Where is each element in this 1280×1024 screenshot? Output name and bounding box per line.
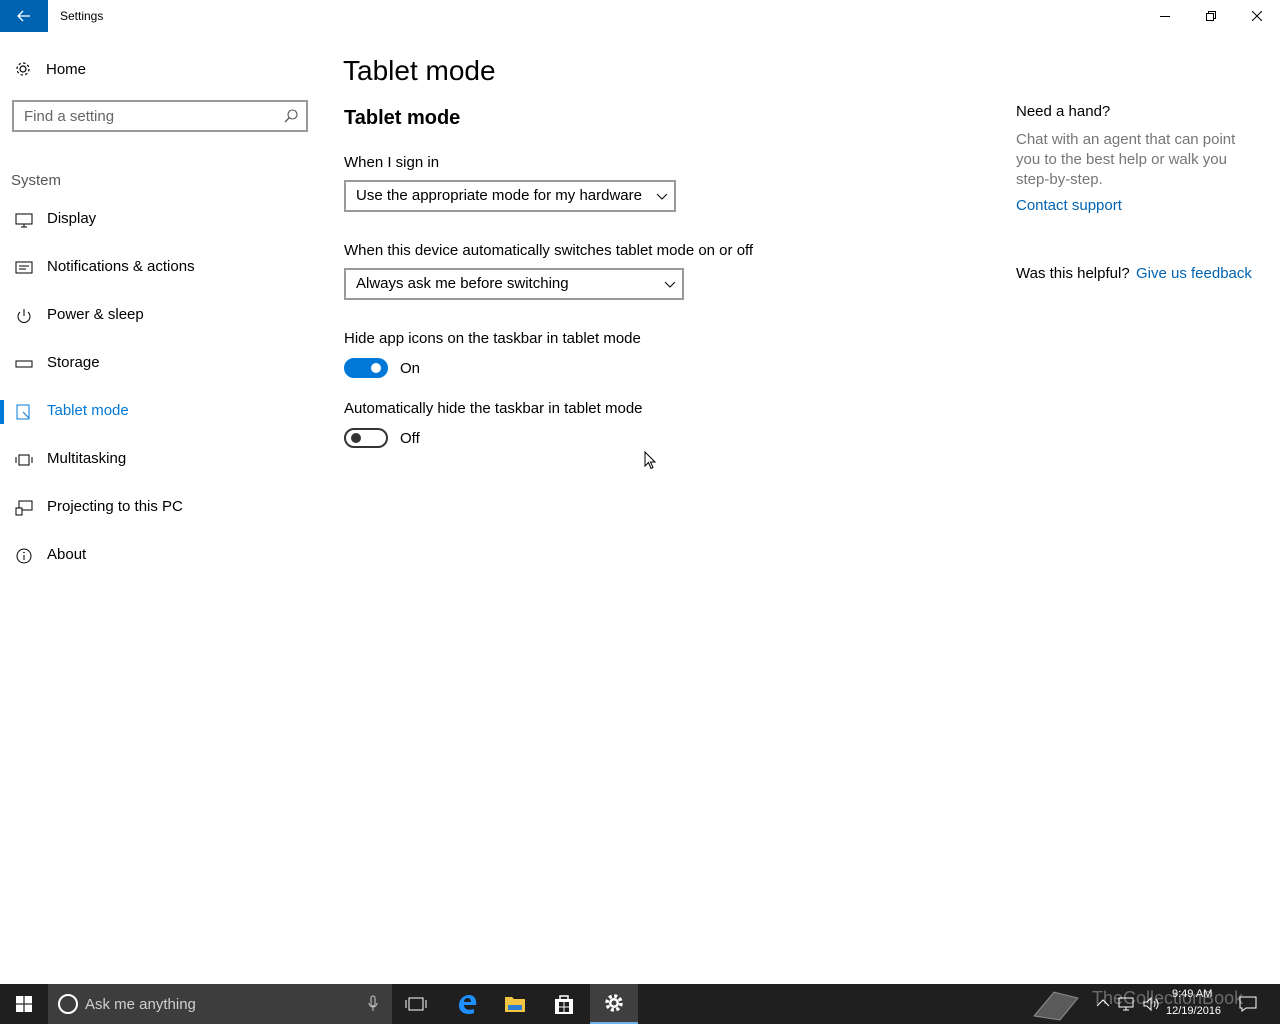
show-hidden-icons-icon[interactable] (1096, 996, 1110, 1010)
hide-taskbar-label: Automatically hide the taskbar in tablet… (344, 400, 643, 417)
action-center-icon[interactable] (1239, 996, 1257, 1012)
help-title: Need a hand? (1016, 103, 1111, 120)
group-label-system: System (11, 172, 62, 189)
sidebar-item-storage[interactable]: Storage (0, 340, 320, 388)
title-bar: Settings (0, 0, 1280, 32)
minimize-button[interactable] (1142, 0, 1188, 32)
back-button[interactable] (0, 0, 48, 32)
active-indicator (0, 400, 4, 424)
sidebar-item-label: Power & sleep (47, 306, 144, 323)
settings-search-box[interactable] (12, 100, 308, 132)
window-title: Settings (60, 9, 104, 23)
auto-switch-dropdown-value: Always ask me before switching (356, 275, 569, 292)
info-icon (16, 548, 32, 564)
close-icon (1252, 11, 1262, 21)
back-arrow-icon (17, 10, 30, 22)
home-link[interactable]: Home (14, 57, 86, 81)
sidebar-item-label: About (47, 546, 87, 563)
settings-taskbar-button[interactable] (590, 984, 638, 1024)
multitasking-icon (15, 454, 33, 466)
volume-icon[interactable] (1143, 996, 1161, 1012)
cortana-icon (58, 994, 78, 1014)
home-label: Home (46, 60, 87, 78)
close-button[interactable] (1234, 0, 1280, 32)
contact-support-link[interactable]: Contact support (1016, 197, 1122, 214)
projecting-icon (15, 500, 33, 516)
power-icon (17, 309, 31, 323)
auto-switch-dropdown[interactable]: Always ask me before switching (344, 268, 684, 300)
settings-icon (605, 994, 623, 1012)
store-button[interactable] (540, 984, 588, 1024)
sidebar-item-label: Notifications & actions (47, 258, 195, 275)
sidebar-item-power-sleep[interactable]: Power & sleep (0, 292, 320, 340)
cortana-search-box[interactable]: Ask me anything (48, 984, 392, 1024)
store-icon (555, 995, 573, 1014)
watermark-book-icon (1033, 991, 1079, 1021)
windows-logo-icon (16, 996, 32, 1012)
chevron-down-icon (664, 281, 676, 288)
sidebar-item-projecting[interactable]: Projecting to this PC (0, 484, 320, 532)
hide-icons-state: On (400, 360, 421, 377)
clock-date[interactable]: 12/19/2016 (1166, 1005, 1221, 1017)
file-explorer-button[interactable] (491, 984, 539, 1024)
sidebar-item-label: Display (47, 210, 97, 227)
settings-search-input[interactable] (24, 102, 284, 130)
toggle-knob (371, 363, 381, 373)
sidebar-item-about[interactable]: About (0, 532, 320, 580)
clock-time[interactable]: 9:49 AM (1172, 988, 1212, 1000)
sidebar-item-notifications[interactable]: Notifications & actions (0, 244, 320, 292)
help-text: Chat with an agent that can point you to… (1016, 131, 1236, 188)
monitor-icon (15, 213, 33, 228)
file-explorer-icon (505, 997, 525, 1012)
sign-in-label: When I sign in (344, 154, 440, 171)
edge-button[interactable] (443, 984, 491, 1024)
give-feedback-link[interactable]: Give us feedback (1136, 265, 1252, 282)
page-title: Tablet mode (343, 55, 496, 86)
sidebar-item-label: Projecting to this PC (47, 498, 183, 515)
sidebar-item-label: Multitasking (47, 450, 127, 467)
hide-icons-label: Hide app icons on the taskbar in tablet … (344, 330, 641, 347)
auto-switch-label: When this device automatically switches … (344, 242, 754, 259)
taskbar: Ask me anything TheCollectionBook 9:49 A… (0, 984, 1280, 1024)
sidebar-item-label: Tablet mode (47, 402, 129, 419)
sidebar-item-display[interactable]: Display (0, 196, 320, 244)
network-icon[interactable] (1118, 996, 1136, 1012)
hide-taskbar-state: Off (400, 430, 420, 447)
start-button[interactable] (0, 984, 48, 1024)
section-title: Tablet mode (344, 107, 461, 129)
edge-icon (459, 995, 477, 1015)
microphone-icon[interactable] (368, 995, 378, 1013)
sign-in-dropdown[interactable]: Use the appropriate mode for my hardware (344, 180, 676, 212)
sidebar-item-label: Storage (47, 354, 100, 371)
mouse-cursor-icon (644, 451, 656, 470)
cortana-placeholder: Ask me anything (85, 996, 196, 1013)
tablet-mode-icon (16, 404, 30, 420)
notification-icon (15, 261, 33, 274)
sign-in-dropdown-value: Use the appropriate mode for my hardware (356, 187, 642, 204)
helpful-question: Was this helpful? (1016, 265, 1130, 282)
storage-icon (15, 360, 33, 368)
restore-button[interactable] (1188, 0, 1234, 32)
gear-icon (16, 62, 30, 76)
task-view-icon (405, 997, 427, 1011)
restore-icon (1206, 11, 1216, 21)
hide-icons-toggle[interactable] (344, 358, 388, 378)
sidebar-item-tablet-mode[interactable]: Tablet mode (0, 388, 320, 436)
task-view-button[interactable] (392, 984, 440, 1024)
sidebar-item-multitasking[interactable]: Multitasking (0, 436, 320, 484)
chevron-down-icon (656, 193, 668, 200)
minimize-icon (1160, 16, 1170, 17)
toggle-knob (351, 433, 361, 443)
search-icon[interactable] (284, 109, 298, 123)
hide-taskbar-toggle[interactable] (344, 428, 388, 448)
